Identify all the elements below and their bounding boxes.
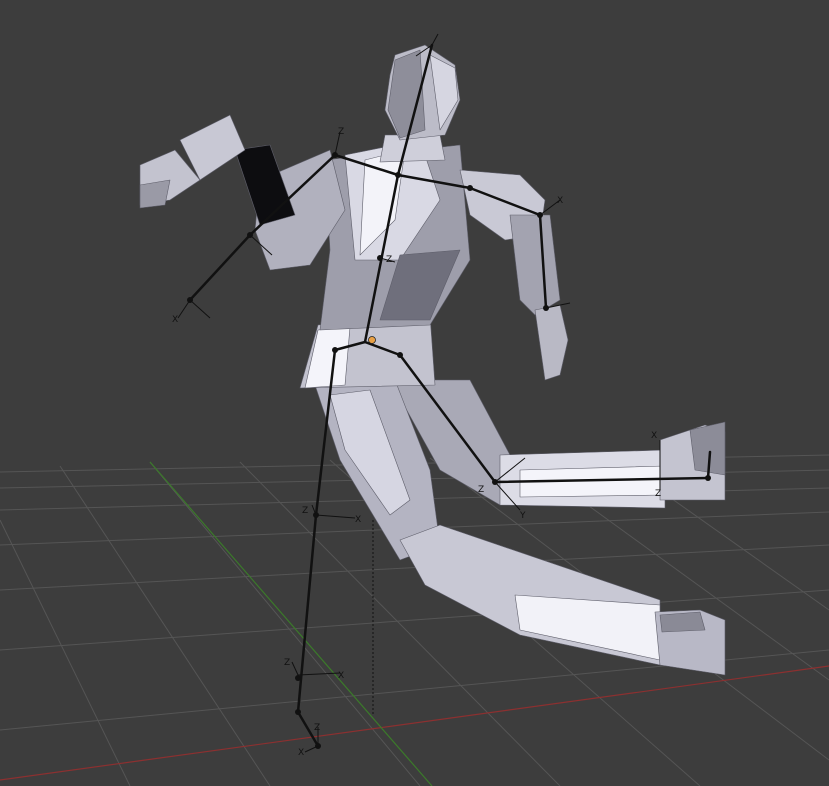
mesh-right-shin-hi [514, 594, 661, 661]
object-origin[interactable] [368, 336, 376, 344]
3d-viewport[interactable]: Z X Z X Z Y X Z X Z Z X Z X [0, 0, 829, 786]
axis-label-z: Z [314, 723, 320, 733]
axis-label-y: Y [519, 511, 526, 521]
axis-label-z: Z [386, 255, 392, 265]
axis-label-x: X [298, 748, 304, 758]
mesh-right-foot-top [659, 611, 706, 633]
mesh-left-hand-shadow [139, 179, 171, 209]
character-mesh[interactable] [139, 44, 726, 676]
axis-label-x: X [651, 431, 657, 441]
axis-label-x: X [355, 515, 361, 525]
bone-left-forearm[interactable] [188, 233, 252, 302]
axis-label-x: X [557, 196, 563, 206]
axis-label-z: Z [338, 127, 344, 137]
axis-label-x: X [172, 315, 178, 325]
mesh-left-foot-dark [689, 421, 726, 476]
axis-label-x: X [338, 671, 344, 681]
axis-label-z: Z [478, 485, 484, 495]
mesh-right-upperarm [509, 214, 561, 316]
axis-label-z: Z [284, 658, 290, 668]
mesh-hips-light [304, 326, 351, 389]
world-x-axis [0, 665, 829, 781]
axis-label-z: Z [655, 489, 661, 499]
axis-label-z: Z [302, 506, 308, 516]
mesh-neck [379, 134, 446, 163]
bone-right-shin[interactable] [296, 513, 318, 714]
mesh-right-hand [534, 304, 569, 381]
